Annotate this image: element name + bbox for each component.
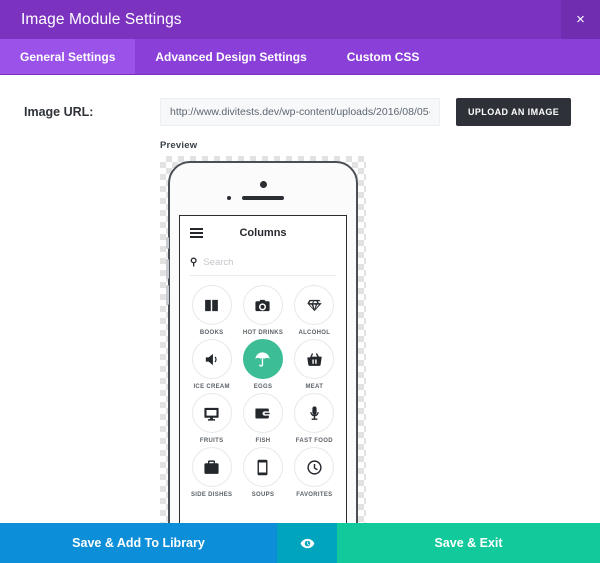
phone-volume-down-button xyxy=(166,285,169,305)
umbrella-icon xyxy=(243,339,283,379)
clock-history-icon[interactable] xyxy=(277,523,337,563)
camera-icon xyxy=(243,285,283,325)
category-grid: BOOKS HOT DRINKS xyxy=(180,276,346,498)
url-input-line: UPLOAD AN IMAGE xyxy=(160,98,600,126)
tile-label: MEAT xyxy=(305,384,323,390)
phone-sensor-icon xyxy=(227,196,231,200)
tile-soups[interactable]: SOUPS xyxy=(237,447,288,498)
tile-label: ALCOHOL xyxy=(298,330,330,336)
phone-mockup: Columns ⚲ Search xyxy=(168,161,358,548)
microphone-icon xyxy=(294,393,334,433)
tab-general-settings[interactable]: General Settings xyxy=(0,39,135,74)
preview-label: Preview xyxy=(160,140,600,151)
wallet-icon xyxy=(243,393,283,433)
basket-icon xyxy=(294,339,334,379)
phone-camera-icon xyxy=(260,181,267,188)
image-url-input[interactable] xyxy=(160,98,440,126)
upload-an-image-button[interactable]: UPLOAD AN IMAGE xyxy=(456,98,571,126)
modal-titlebar: Image Module Settings × xyxy=(0,0,600,39)
settings-body: Image URL: UPLOAD AN IMAGE Preview xyxy=(0,76,600,523)
app-search-bar[interactable]: ⚲ Search xyxy=(190,250,336,276)
tile-books[interactable]: BOOKS xyxy=(186,285,237,336)
image-module-settings-modal: Image Module Settings × General Settings… xyxy=(0,0,600,563)
hamburger-menu-icon[interactable] xyxy=(190,225,203,241)
tile-label: FRUITS xyxy=(200,438,223,444)
page-title: Image Module Settings xyxy=(0,11,182,29)
tile-alcohol[interactable]: ALCOHOL xyxy=(289,285,340,336)
close-icon[interactable]: × xyxy=(561,0,600,39)
tile-ice-cream[interactable]: ICE CREAM xyxy=(186,339,237,390)
tile-label: ICE CREAM xyxy=(193,384,229,390)
briefcase-icon xyxy=(192,447,232,487)
tile-label: FAST FOOD xyxy=(296,438,333,444)
save-exit-button[interactable]: Save & Exit xyxy=(337,523,600,563)
tab-bar: General Settings Advanced Design Setting… xyxy=(0,39,600,75)
tab-custom-css[interactable]: Custom CSS xyxy=(327,39,440,74)
save-add-to-library-button[interactable]: Save & Add To Library xyxy=(0,523,277,563)
image-url-field-row: Image URL: UPLOAD AN IMAGE Preview xyxy=(0,76,600,548)
diamond-icon xyxy=(294,285,334,325)
tile-side-dishes[interactable]: SIDE DISHES xyxy=(186,447,237,498)
search-placeholder-text: Search xyxy=(203,257,233,268)
tile-favorites[interactable]: FAVORITES xyxy=(289,447,340,498)
phone-mute-switch xyxy=(166,237,169,249)
tile-hot-drinks[interactable]: HOT DRINKS xyxy=(237,285,288,336)
tab-advanced-design-settings[interactable]: Advanced Design Settings xyxy=(135,39,326,74)
image-url-label: Image URL: xyxy=(0,98,160,548)
tile-meat[interactable]: MEAT xyxy=(289,339,340,390)
tile-fast-food[interactable]: FAST FOOD xyxy=(289,393,340,444)
search-icon: ⚲ xyxy=(190,257,197,268)
image-preview: Columns ⚲ Search xyxy=(160,156,366,548)
clock-icon xyxy=(294,447,334,487)
phone-screen: Columns ⚲ Search xyxy=(179,215,347,533)
tile-eggs[interactable]: EGGS xyxy=(237,339,288,390)
phone-speaker-icon xyxy=(242,196,284,200)
tile-fish[interactable]: FISH xyxy=(237,393,288,444)
tile-label: SOUPS xyxy=(252,492,275,498)
monitor-icon xyxy=(192,393,232,433)
modal-footer: Save & Add To Library Save & Exit xyxy=(0,523,600,563)
book-icon xyxy=(192,285,232,325)
tile-label: HOT DRINKS xyxy=(243,330,283,336)
tile-label: SIDE DISHES xyxy=(191,492,232,498)
tile-label: FAVORITES xyxy=(296,492,332,498)
tile-label: EGGS xyxy=(254,384,273,390)
app-title: Columns xyxy=(180,227,346,239)
tile-label: BOOKS xyxy=(200,330,224,336)
mobile-icon xyxy=(243,447,283,487)
tile-fruits[interactable]: FRUITS xyxy=(186,393,237,444)
phone-volume-up-button xyxy=(166,259,169,279)
speaker-icon xyxy=(192,339,232,379)
tile-label: FISH xyxy=(256,438,271,444)
app-header: Columns xyxy=(180,216,346,250)
image-url-control: UPLOAD AN IMAGE Preview xyxy=(160,98,600,548)
